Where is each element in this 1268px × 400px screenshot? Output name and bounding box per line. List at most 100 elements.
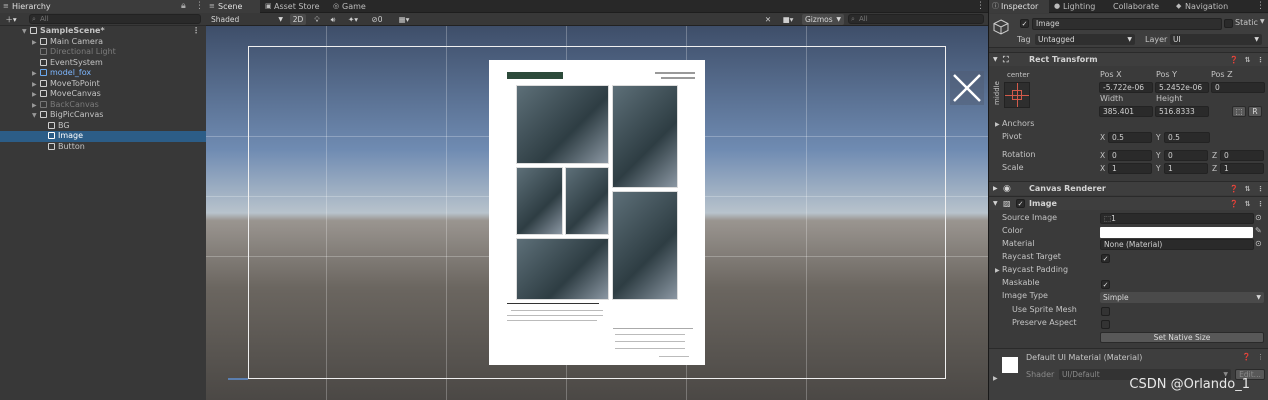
active-checkbox[interactable]: ✓ — [1020, 19, 1029, 28]
tab-hierarchy-label: Hierarchy — [12, 2, 51, 11]
eyedropper-icon[interactable]: ✎ — [1255, 226, 1262, 235]
set-native-size-button[interactable]: Set Native Size — [1100, 332, 1264, 343]
anchor-preset-button[interactable] — [1004, 82, 1030, 108]
hierarchy-row-button[interactable]: Button — [0, 142, 206, 153]
add-button[interactable]: ＋▾ — [3, 14, 19, 25]
tag-dropdown[interactable]: Untagged ▼ — [1035, 34, 1135, 45]
anchors-label[interactable]: Anchors — [1002, 119, 1034, 128]
pivot-y-field[interactable]: 0.5 — [1164, 132, 1210, 143]
component-actions-icons[interactable]: ❓ ⋮ — [1242, 353, 1266, 361]
hierarchy-row-label: BG — [58, 120, 70, 130]
tools-icon[interactable]: ✕ — [762, 14, 774, 25]
expand-arrow-icon[interactable]: ▼ — [993, 197, 998, 211]
expand-arrow-icon[interactable]: ▶ — [993, 182, 998, 196]
component-actions-icons[interactable]: ❓ ⇅ ⋮ — [1230, 182, 1266, 196]
hierarchy-row-model-fox[interactable]: ▶ model_fox — [0, 68, 206, 79]
more-options-icon[interactable]: ⋮ — [195, 1, 204, 12]
static-checkbox[interactable] — [1224, 19, 1233, 28]
component-actions-icons[interactable]: ❓ ⇅ ⋮ — [1230, 53, 1266, 67]
tab-hierarchy[interactable]: ≡ Hierarchy — [0, 0, 206, 13]
chevron-down-icon[interactable]: ▼ — [1260, 18, 1265, 25]
expand-arrow-icon[interactable]: ▶ — [995, 121, 1000, 128]
image-type-dropdown[interactable]: Simple ▼ — [1100, 292, 1264, 303]
hierarchy-row-movetopoint[interactable]: ▶ MoveToPoint — [0, 79, 206, 90]
material-field[interactable]: None (Material) — [1100, 239, 1254, 250]
component-actions-icons[interactable]: ❓ ⇅ ⋮ — [1230, 197, 1266, 211]
raw-edit-button[interactable]: R — [1248, 106, 1262, 117]
tab-scene[interactable]: ≡ Scene — [206, 0, 260, 13]
image-component-header[interactable]: ▼ ▨ ✓ Image ❓ ⇅ ⋮ — [989, 196, 1268, 210]
2d-toggle[interactable]: 2D — [290, 14, 306, 25]
raycast-target-checkbox[interactable]: ✓ — [1101, 254, 1110, 263]
object-picker-icon[interactable]: ⊙ — [1255, 239, 1262, 248]
object-picker-icon[interactable]: ⊙ — [1255, 213, 1262, 222]
raycast-padding-label[interactable]: Raycast Padding — [1002, 265, 1068, 274]
grid-icon[interactable]: ▦▾ — [394, 14, 414, 25]
camera-icon[interactable]: ■▾ — [778, 14, 798, 25]
maskable-checkbox[interactable]: ✓ — [1101, 280, 1110, 289]
tab-scene-label: Scene — [218, 2, 243, 11]
hierarchy-row-directional-light[interactable]: Directional Light — [0, 47, 206, 58]
close-button[interactable] — [950, 71, 984, 105]
more-options-icon[interactable]: ⋮ — [976, 1, 985, 12]
image-enabled-checkbox[interactable]: ✓ — [1016, 199, 1025, 208]
hierarchy-search-placeholder: All — [40, 15, 49, 23]
pivot-x-field[interactable]: 0.5 — [1108, 132, 1152, 143]
shading-dropdown[interactable]: Shaded ▼ — [208, 14, 286, 25]
expand-arrow-icon[interactable]: ▶ — [995, 267, 1000, 274]
gizmos-dropdown[interactable]: Gizmos ▼ — [802, 14, 844, 25]
width-field[interactable]: 385.401 — [1099, 106, 1153, 117]
lighting-icon[interactable]: 💡︎ — [312, 14, 322, 25]
rotation-x-field[interactable]: 0 — [1108, 150, 1152, 161]
hidden-objects-icon[interactable]: ⊘0 — [366, 14, 388, 25]
pos-y-field[interactable]: 5.2452e-06 — [1155, 82, 1209, 93]
scene-viewport[interactable] — [206, 26, 988, 400]
scale-y-field[interactable]: 1 — [1164, 163, 1208, 174]
audio-icon[interactable]: 🔊︎ — [328, 14, 338, 25]
hierarchy-row-eventsystem[interactable]: EventSystem — [0, 58, 206, 69]
tab-navigation[interactable]: ◆ Navigation — [1173, 0, 1243, 13]
hierarchy-row-main-camera[interactable]: ▶ Main Camera — [0, 37, 206, 48]
tab-game[interactable]: ◎ Game — [330, 0, 380, 13]
hierarchy-search[interactable]: ⌕ All — [29, 14, 201, 24]
source-image-field[interactable]: ⬚1 — [1100, 213, 1254, 224]
document-image[interactable] — [489, 60, 705, 365]
axis-z-label: Z — [1212, 151, 1218, 160]
hierarchy-row-bg[interactable]: BG — [0, 121, 206, 132]
tab-collaborate[interactable]: Collaborate — [1113, 0, 1173, 13]
sculpture-photo — [516, 85, 609, 164]
hierarchy-row-backcanvas[interactable]: ▶ BackCanvas — [0, 100, 206, 111]
hierarchy-row-scene[interactable]: ▼ SampleScene* ⋮ — [0, 26, 206, 37]
lock-icon[interactable]: 🔒︎ — [181, 1, 186, 12]
rotation-y-field[interactable]: 0 — [1164, 150, 1208, 161]
hierarchy-row-movecanvas[interactable]: ▶ MoveCanvas — [0, 89, 206, 100]
more-options-icon[interactable]: ⋮ — [192, 26, 200, 37]
expand-arrow-icon[interactable]: ▼ — [993, 53, 998, 67]
scale-x-field[interactable]: 1 — [1108, 163, 1152, 174]
pos-x-field[interactable]: -5.722e-06 — [1099, 82, 1153, 93]
gameobject-icon — [40, 111, 47, 118]
scale-z-field[interactable]: 1 — [1220, 163, 1264, 174]
use-sprite-mesh-checkbox[interactable] — [1101, 307, 1110, 316]
canvas-renderer-header[interactable]: ▶ ◉ Canvas Renderer ❓ ⇅ ⋮ — [989, 181, 1268, 195]
more-options-icon[interactable]: ⋮ — [1256, 1, 1265, 12]
layer-dropdown[interactable]: UI ▼ — [1170, 34, 1262, 45]
hierarchy-row-image[interactable]: Image — [0, 131, 206, 142]
scene-search[interactable]: ⌕ All — [848, 14, 984, 24]
tab-asset-store[interactable]: ▣ Asset Store — [262, 0, 330, 13]
pivot-label: Pivot — [1002, 132, 1022, 141]
rect-transform-icon: ⛶ — [1003, 55, 1009, 64]
tab-lighting[interactable]: ● Lighting — [1051, 0, 1113, 13]
hierarchy-row-bigpiccanvas[interactable]: ▼ BigPicCanvas — [0, 110, 206, 121]
effects-icon[interactable]: ✦▾ — [344, 14, 362, 25]
pos-z-field[interactable]: 0 — [1211, 82, 1265, 93]
object-name-field[interactable]: Image — [1032, 18, 1222, 30]
tab-inspector[interactable]: ⓘ Inspector — [989, 0, 1049, 13]
color-swatch[interactable] — [1100, 227, 1253, 238]
height-field[interactable]: 516.8333 — [1155, 106, 1209, 117]
expand-arrow-icon[interactable]: ▶ — [993, 375, 998, 382]
blueprint-mode-button[interactable]: ⬚ — [1232, 106, 1246, 117]
rect-transform-header[interactable]: ▼ ⛶ Rect Transform ❓ ⇅ ⋮ — [989, 52, 1268, 66]
rotation-z-field[interactable]: 0 — [1220, 150, 1264, 161]
preserve-aspect-checkbox[interactable] — [1101, 320, 1110, 329]
